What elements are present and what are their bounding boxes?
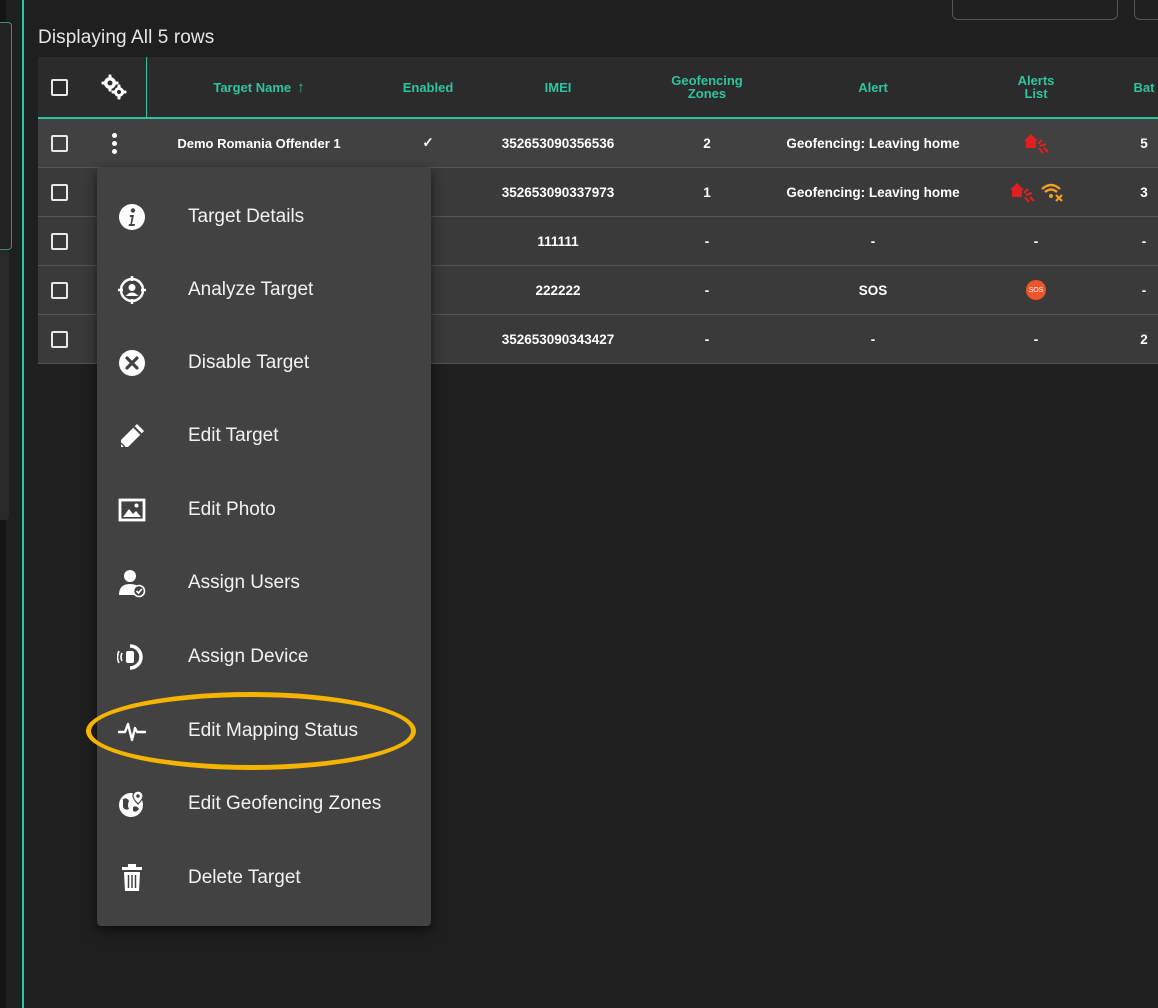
menu-item-label: Delete Target <box>188 867 301 888</box>
row-battery: 5 <box>1140 135 1148 151</box>
collapsed-side-panel-lower[interactable] <box>0 250 9 520</box>
header-alerts-list[interactable]: Alerts List <box>1004 57 1068 117</box>
row-alerts-list[interactable] <box>1004 119 1068 167</box>
row-actions-button[interactable] <box>94 119 134 167</box>
menu-item-label: Assign Users <box>188 572 300 593</box>
menu-item-edit-target[interactable]: Edit Target <box>97 411 431 461</box>
row-zones: - <box>704 282 710 298</box>
header-imei[interactable]: IMEI <box>478 57 638 117</box>
header-battery[interactable]: Bat <box>1114 57 1158 117</box>
header-divider <box>146 57 147 117</box>
menu-item-label: Disable Target <box>188 352 310 373</box>
collapsed-side-panel[interactable] <box>0 22 12 250</box>
device-signal-icon <box>117 642 147 672</box>
sos-icon-text: SOS <box>1028 286 1044 294</box>
row-alerts-list: - <box>1033 233 1039 249</box>
header-target-name[interactable]: Target Name ↑ <box>150 57 368 117</box>
row-zones: - <box>704 233 710 249</box>
menu-item-label: Edit Geofencing Zones <box>188 793 382 814</box>
info-icon <box>117 202 147 232</box>
header-alert[interactable]: Alert <box>778 57 968 117</box>
header-target-name-label: Target Name <box>213 79 292 95</box>
menu-item-label: Target Details <box>188 206 305 227</box>
row-battery: - <box>1141 233 1147 249</box>
house-alert-icon <box>1024 134 1049 154</box>
kebab-menu-icon <box>111 132 117 154</box>
target-person-icon <box>117 275 147 305</box>
row-zones: - <box>704 331 710 347</box>
row-checkbox[interactable] <box>50 134 68 152</box>
photo-icon <box>117 495 147 525</box>
row-zones: 2 <box>703 135 711 151</box>
table-row[interactable]: Demo Romania Offender 1 ✓ 35265309035653… <box>38 119 1158 168</box>
menu-item-assign-users[interactable]: Assign Users <box>97 558 431 608</box>
row-zones: 1 <box>703 184 711 200</box>
row-imei: 352653090337973 <box>501 184 615 200</box>
row-imei: 111111 <box>537 233 579 249</box>
sos-icon: SOS <box>1026 280 1046 300</box>
select-all-cell <box>38 57 80 117</box>
header-alerts-line2: List <box>1024 86 1048 101</box>
highlight-annotation-ring <box>86 692 416 770</box>
gears-icon <box>101 74 127 100</box>
header-geofencing-zones[interactable]: Geofencing Zones <box>648 57 766 117</box>
menu-item-edit-geofencing-zones[interactable]: Edit Geofencing Zones <box>97 779 431 829</box>
menu-item-label: Analyze Target <box>188 279 314 300</box>
row-alert: Geofencing: Leaving home <box>786 135 960 151</box>
row-checkbox-cell <box>38 266 80 314</box>
row-imei: 352653090343427 <box>501 331 615 347</box>
header-enabled[interactable]: Enabled <box>378 57 478 117</box>
sort-ascending-icon: ↑ <box>297 78 305 96</box>
row-checkbox[interactable] <box>50 281 68 299</box>
row-alert: SOS <box>858 282 888 298</box>
house-alert-icon <box>1010 183 1035 203</box>
row-checkbox[interactable] <box>50 330 68 348</box>
row-alerts-list[interactable] <box>1004 168 1068 216</box>
row-imei: 222222 <box>535 282 581 298</box>
row-alert: - <box>870 331 876 347</box>
row-battery: 3 <box>1140 184 1148 200</box>
row-checkbox-cell <box>38 119 80 167</box>
select-all-checkbox[interactable] <box>50 78 68 96</box>
row-target-name[interactable]: Demo Romania Offender 1 <box>150 119 368 167</box>
row-alerts-list: - <box>1033 331 1039 347</box>
left-accent-line <box>22 0 24 1008</box>
top-toolbar-button-small[interactable] <box>1134 0 1158 20</box>
row-checkbox-cell <box>38 315 80 363</box>
menu-item-assign-device[interactable]: Assign Device <box>97 632 431 682</box>
user-check-icon <box>117 568 147 598</box>
row-checkbox[interactable] <box>50 232 68 250</box>
row-battery: - <box>1141 282 1147 298</box>
row-checkbox-cell <box>38 168 80 216</box>
no-signal-icon <box>1041 183 1063 202</box>
header-geofencing-line2: Zones <box>687 86 727 101</box>
column-settings-button[interactable] <box>94 57 134 117</box>
top-toolbar-button[interactable] <box>952 0 1118 20</box>
menu-item-disable-target[interactable]: Disable Target <box>97 338 431 388</box>
row-imei: 352653090356536 <box>501 135 615 151</box>
row-enabled-check: ✓ <box>422 135 434 150</box>
menu-item-label: Edit Photo <box>188 499 276 520</box>
row-alerts-list[interactable]: SOS <box>1004 266 1068 314</box>
row-checkbox-cell <box>38 217 80 265</box>
trash-icon <box>117 863 147 893</box>
pencil-icon <box>117 421 147 451</box>
menu-item-analyze-target[interactable]: Analyze Target <box>97 265 431 315</box>
row-battery: 2 <box>1140 331 1148 347</box>
menu-item-edit-photo[interactable]: Edit Photo <box>97 485 431 535</box>
close-circle-icon <box>117 348 147 378</box>
row-alert: Geofencing: Leaving home <box>786 184 960 200</box>
table-header: Target Name ↑ Enabled IMEI Geofencing Zo… <box>38 57 1158 119</box>
menu-item-label: Edit Target <box>188 425 279 446</box>
globe-pin-icon <box>117 789 147 819</box>
menu-item-label: Assign Device <box>188 646 309 667</box>
rows-count-caption: Displaying All 5 rows <box>38 27 215 48</box>
menu-item-target-details[interactable]: Target Details <box>97 192 431 242</box>
menu-item-delete-target[interactable]: Delete Target <box>97 853 431 903</box>
row-checkbox[interactable] <box>50 183 68 201</box>
row-context-menu: Target Details Analyze Target Disable Ta… <box>97 167 431 926</box>
row-alert: - <box>870 233 876 249</box>
